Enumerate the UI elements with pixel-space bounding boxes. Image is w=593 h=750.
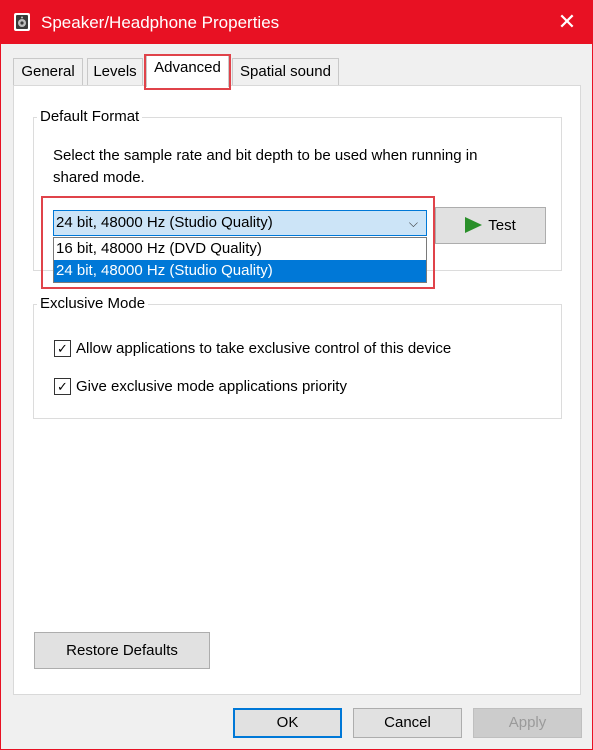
exclusive-priority-label: Give exclusive mode applications priorit… [76,378,347,395]
default-format-label: Default Format [37,108,143,125]
play-icon [465,217,483,233]
sample-rate-dropdown-list: 16 bit, 48000 Hz (DVD Quality) 24 bit, 4… [53,237,427,283]
restore-defaults-button[interactable]: Restore Defaults [34,632,210,669]
exclusive-control-checkbox[interactable]: ✓ [54,340,71,357]
test-button-label: Test [488,217,516,234]
cancel-button[interactable]: Cancel [353,708,462,738]
sample-rate-select[interactable]: 24 bit, 48000 Hz (Studio Quality) ⌵ [53,210,427,236]
default-format-description: Select the sample rate and bit depth to … [53,147,478,186]
speaker-icon [14,13,30,31]
exclusive-control-label: Allow applications to take exclusive con… [76,340,452,357]
properties-window: Speaker/Headphone Properties ✕ General L… [0,0,593,750]
window-title: Speaker/Headphone Properties [41,13,280,32]
dropdown-option-16bit[interactable]: 16 bit, 48000 Hz (DVD Quality) [54,238,426,260]
close-icon: ✕ [557,9,577,34]
close-button[interactable]: ✕ [549,7,585,37]
dropdown-option-24bit[interactable]: 24 bit, 48000 Hz (Studio Quality) [54,260,426,282]
tab-advanced[interactable]: Advanced [146,54,229,87]
apply-button[interactable]: Apply [473,708,582,738]
ok-button[interactable]: OK [233,708,342,738]
exclusive-mode-label: Exclusive Mode [37,295,149,312]
chevron-down-icon: ⌵ [408,216,418,230]
tab-strip: General Levels Advanced Spatial sound [1,44,592,87]
tab-general[interactable]: General [13,58,83,86]
title-bar[interactable]: Speaker/Headphone Properties ✕ [1,1,592,44]
tab-levels[interactable]: Levels [87,58,143,86]
sample-rate-selected-value: 24 bit, 48000 Hz (Studio Quality) [56,214,273,231]
tab-spatial-sound[interactable]: Spatial sound [232,58,339,86]
exclusive-priority-checkbox[interactable]: ✓ [54,378,71,395]
test-button[interactable]: Test [435,207,546,244]
exclusive-mode-group [33,304,562,419]
